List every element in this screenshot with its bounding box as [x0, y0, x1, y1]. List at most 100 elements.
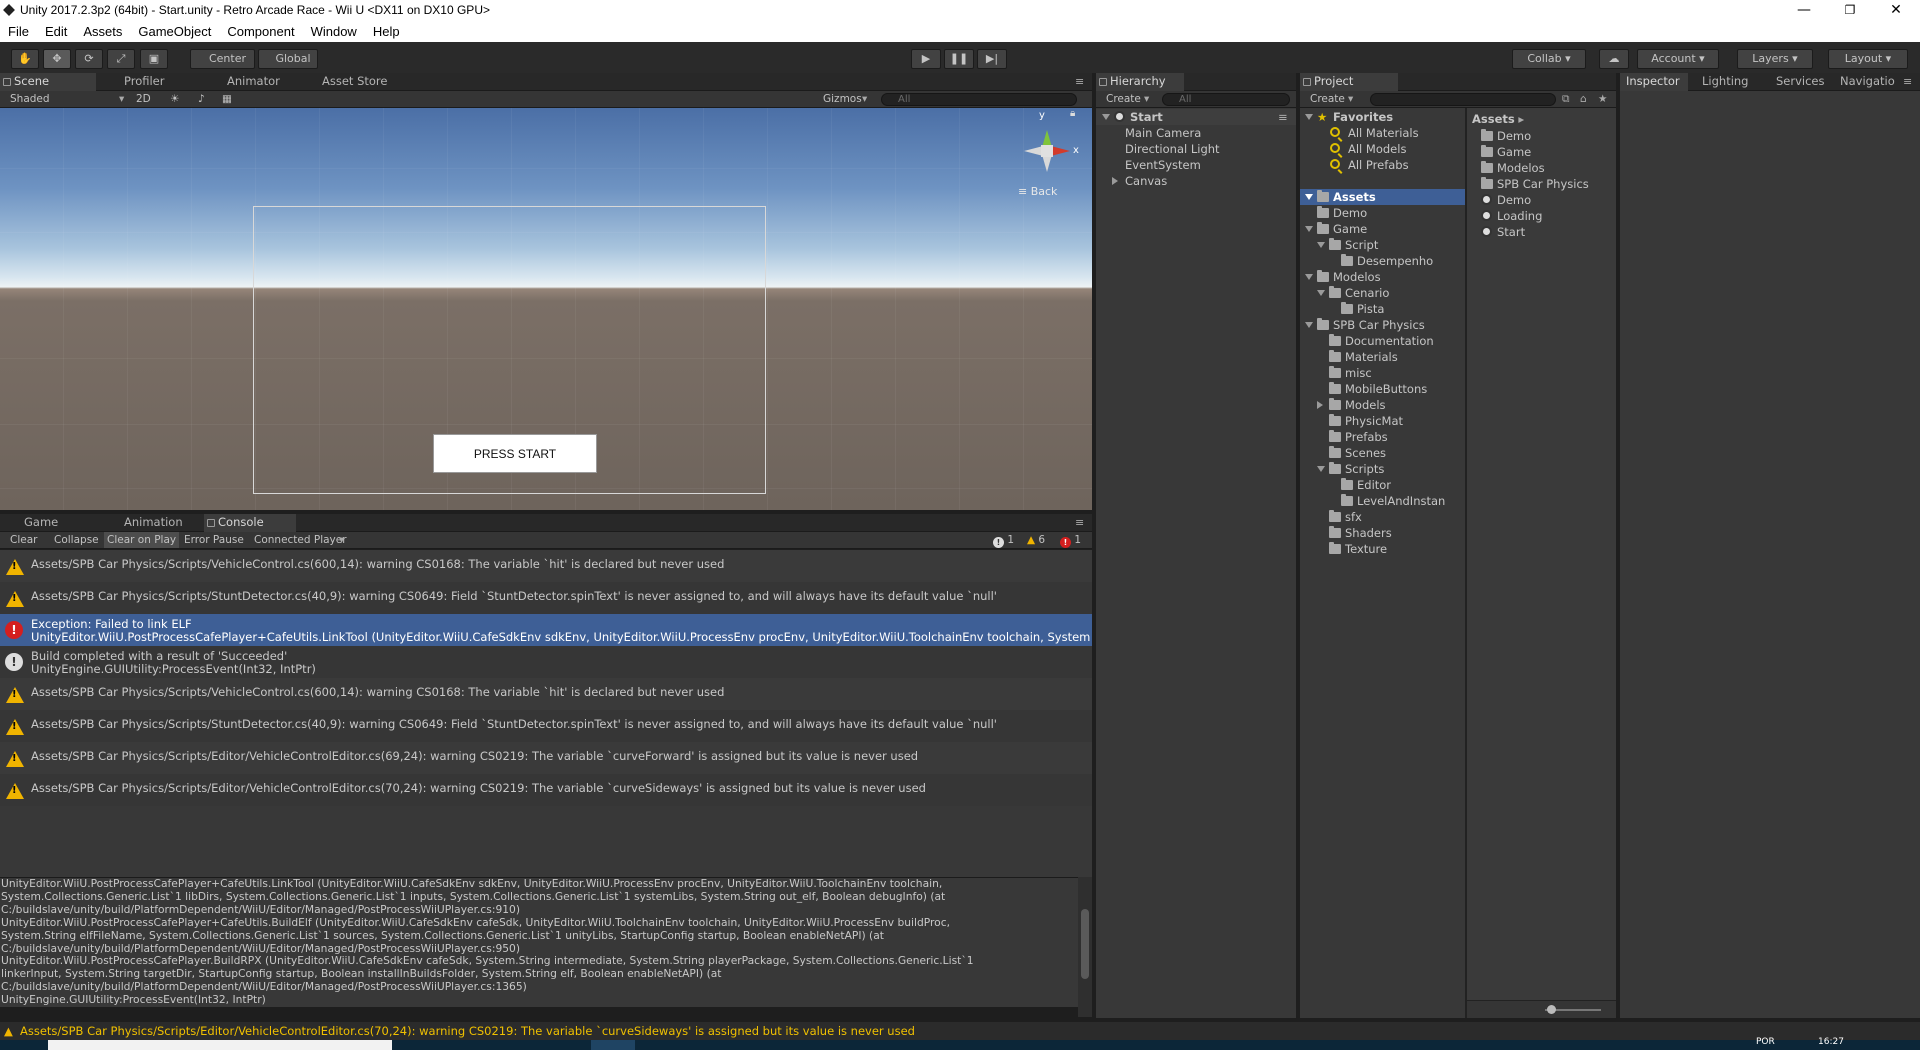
tab-asset-store[interactable]: Asset Store	[310, 73, 420, 91]
effects-dropdown-icon[interactable]: ▦	[222, 91, 232, 107]
console-panel-menu-icon[interactable]: ≡	[1075, 516, 1084, 529]
project-folder-row[interactable]: SPB Car Physics	[1300, 317, 1465, 333]
menu-component[interactable]: Component	[219, 22, 302, 39]
project-folder-row[interactable]: Modelos	[1300, 269, 1465, 285]
cloud-button[interactable]: ☁	[1599, 49, 1629, 69]
console-entry[interactable]: Assets/SPB Car Physics/Scripts/Editor/Ve…	[0, 774, 1092, 806]
favorites-row[interactable]: ★ Favorites	[1300, 109, 1465, 125]
menu-help[interactable]: Help	[365, 22, 408, 39]
tab-game[interactable]: Game	[0, 514, 100, 532]
minimize-button[interactable]: —	[1781, 0, 1827, 22]
project-folder-row[interactable]: Prefabs	[1300, 429, 1465, 445]
menu-assets[interactable]: Assets	[75, 22, 130, 39]
expand-arrow-icon[interactable]	[1317, 401, 1323, 409]
info-count-badge[interactable]: ! 1	[993, 532, 1014, 548]
2d-toggle[interactable]: 2D	[136, 91, 151, 107]
project-folder-row[interactable]: Texture	[1300, 541, 1465, 557]
project-folder-row[interactable]: Editor	[1300, 477, 1465, 493]
maximize-button[interactable]: ❐	[1827, 0, 1873, 22]
console-entry[interactable]: Assets/SPB Car Physics/Scripts/VehicleCo…	[0, 550, 1092, 582]
lighting-toggle-icon[interactable]: ☀	[170, 91, 179, 107]
panel-menu-icon[interactable]: ≡	[1075, 75, 1084, 88]
pivot-center-toggle[interactable]: Center	[190, 49, 255, 69]
orientation-gizmo-icon[interactable]	[1012, 116, 1082, 186]
tab-hierarchy[interactable]: Hierarchy	[1096, 73, 1184, 91]
console-connected-player-dropdown[interactable]: Connected Player	[254, 532, 347, 548]
stack-trace-scrollbar[interactable]	[1078, 877, 1092, 1017]
project-folder-row[interactable]: Script	[1300, 237, 1465, 253]
project-folder-row[interactable]: Scenes	[1300, 445, 1465, 461]
scene-menu-icon[interactable]: ≡	[1278, 109, 1288, 125]
play-button[interactable]: ▶	[911, 49, 941, 69]
rect-tool-button[interactable]: ▣	[140, 49, 168, 69]
pivot-global-toggle[interactable]: Global	[258, 49, 318, 69]
console-clear-on-play-toggle[interactable]: Clear on Play	[104, 532, 180, 548]
move-tool-button[interactable]: ✥	[43, 49, 71, 69]
collapse-arrow-icon[interactable]	[1317, 290, 1325, 296]
scale-tool-button[interactable]: ⤢	[107, 49, 135, 69]
inspector-menu-icon[interactable]: ≡	[1903, 75, 1912, 88]
taskbar-clock[interactable]: 16:27	[1818, 1037, 1844, 1047]
project-folder-row[interactable]: Demo	[1300, 205, 1465, 221]
tab-services[interactable]: Services	[1764, 73, 1830, 91]
press-start-button[interactable]: PRESS START	[433, 434, 597, 473]
close-button[interactable]: ✕	[1873, 0, 1919, 22]
project-folder-row[interactable]: Cenario	[1300, 285, 1465, 301]
account-dropdown[interactable]: Account ▾	[1637, 49, 1719, 69]
assets-root-row[interactable]: Assets	[1300, 189, 1465, 205]
project-folder-row[interactable]: sfx	[1300, 509, 1465, 525]
gizmo-back-label[interactable]: ≡ Back	[1018, 185, 1057, 198]
project-folder-row[interactable]: LevelAndInstan	[1300, 493, 1465, 509]
tab-navigation[interactable]: Navigatio	[1830, 73, 1902, 91]
gizmos-dropdown[interactable]: Gizmos	[823, 91, 862, 107]
warning-count-badge[interactable]: ▲ 6	[1027, 532, 1045, 548]
tab-animation[interactable]: Animation	[104, 514, 204, 532]
collapse-arrow-icon[interactable]	[1317, 242, 1325, 248]
project-create-dropdown[interactable]: Create	[1310, 91, 1345, 107]
taskbar-search-box[interactable]	[48, 1040, 392, 1050]
tab-profiler[interactable]: Profiler	[104, 73, 199, 91]
error-count-badge[interactable]: ! 1	[1060, 532, 1081, 548]
project-folder-row[interactable]: Game	[1300, 221, 1465, 237]
project-folder-row[interactable]: MobileButtons	[1300, 381, 1465, 397]
layers-dropdown[interactable]: Layers ▾	[1737, 49, 1813, 69]
shading-mode-dropdown[interactable]: Shaded	[10, 91, 50, 107]
menu-edit[interactable]: Edit	[37, 22, 75, 39]
scene-search-input[interactable]: All	[881, 93, 1077, 106]
hand-tool-button[interactable]: ✋	[11, 49, 39, 69]
hierarchy-panel[interactable]: Start ≡ Main Camera Directional Light Ev…	[1096, 108, 1296, 1018]
console-entry[interactable]: ! Exception: Failed to link ELF UnityEdito…	[0, 614, 1092, 646]
console-entry[interactable]: ! Build completed with a result of 'Succe…	[0, 646, 1092, 678]
menu-window[interactable]: Window	[303, 22, 365, 39]
taskbar-language[interactable]: POR	[1756, 1037, 1775, 1047]
assets-breadcrumb[interactable]: Assets ▸	[1472, 111, 1524, 127]
hierarchy-item-directional-light[interactable]: Directional Light	[1125, 141, 1220, 157]
project-folder-row[interactable]: Documentation	[1300, 333, 1465, 349]
favorite-all-prefabs[interactable]: All Prefabs	[1300, 157, 1465, 173]
console-entry[interactable]: Assets/SPB Car Physics/Scripts/VehicleCo…	[0, 678, 1092, 710]
tab-scene[interactable]: Scene	[0, 73, 96, 91]
project-folder-row[interactable]: Models	[1300, 397, 1465, 413]
scrollbar-thumb[interactable]	[1081, 909, 1089, 979]
tab-project[interactable]: Project	[1300, 73, 1398, 91]
taskbar-active-app[interactable]	[591, 1040, 635, 1050]
console-clear-button[interactable]: Clear	[10, 532, 37, 548]
collapse-arrow-icon[interactable]	[1317, 466, 1325, 472]
console-entry[interactable]: Assets/SPB Car Physics/Scripts/StuntDete…	[0, 582, 1092, 614]
project-folder-row[interactable]: Materials	[1300, 349, 1465, 365]
project-folder-row[interactable]: Scripts	[1300, 461, 1465, 477]
scene-root-row[interactable]: Start ≡	[1096, 109, 1296, 125]
favorite-star-icon[interactable]: ★	[1598, 91, 1607, 107]
inspector-panel[interactable]	[1620, 91, 1920, 1018]
project-search-input[interactable]	[1370, 93, 1556, 106]
collapse-arrow-icon[interactable]	[1305, 226, 1313, 232]
scene-view[interactable]: PRESS START y x 🔒︎ ≡ Back	[0, 108, 1092, 510]
project-folder-row[interactable]: Desempenho	[1300, 253, 1465, 269]
project-folder-row[interactable]: misc	[1300, 365, 1465, 381]
status-bar[interactable]: ▲ Assets/SPB Car Physics/Scripts/Editor/…	[0, 1022, 1920, 1040]
project-folder-row[interactable]: PhysicMat	[1300, 413, 1465, 429]
gizmo-lock-icon[interactable]: 🔒︎	[1070, 108, 1075, 119]
console-collapse-button[interactable]: Collapse	[54, 532, 99, 548]
hierarchy-item-canvas[interactable]: Canvas	[1112, 173, 1262, 189]
project-folder-tree[interactable]: ★ Favorites All Materials All Models All…	[1300, 108, 1465, 1018]
